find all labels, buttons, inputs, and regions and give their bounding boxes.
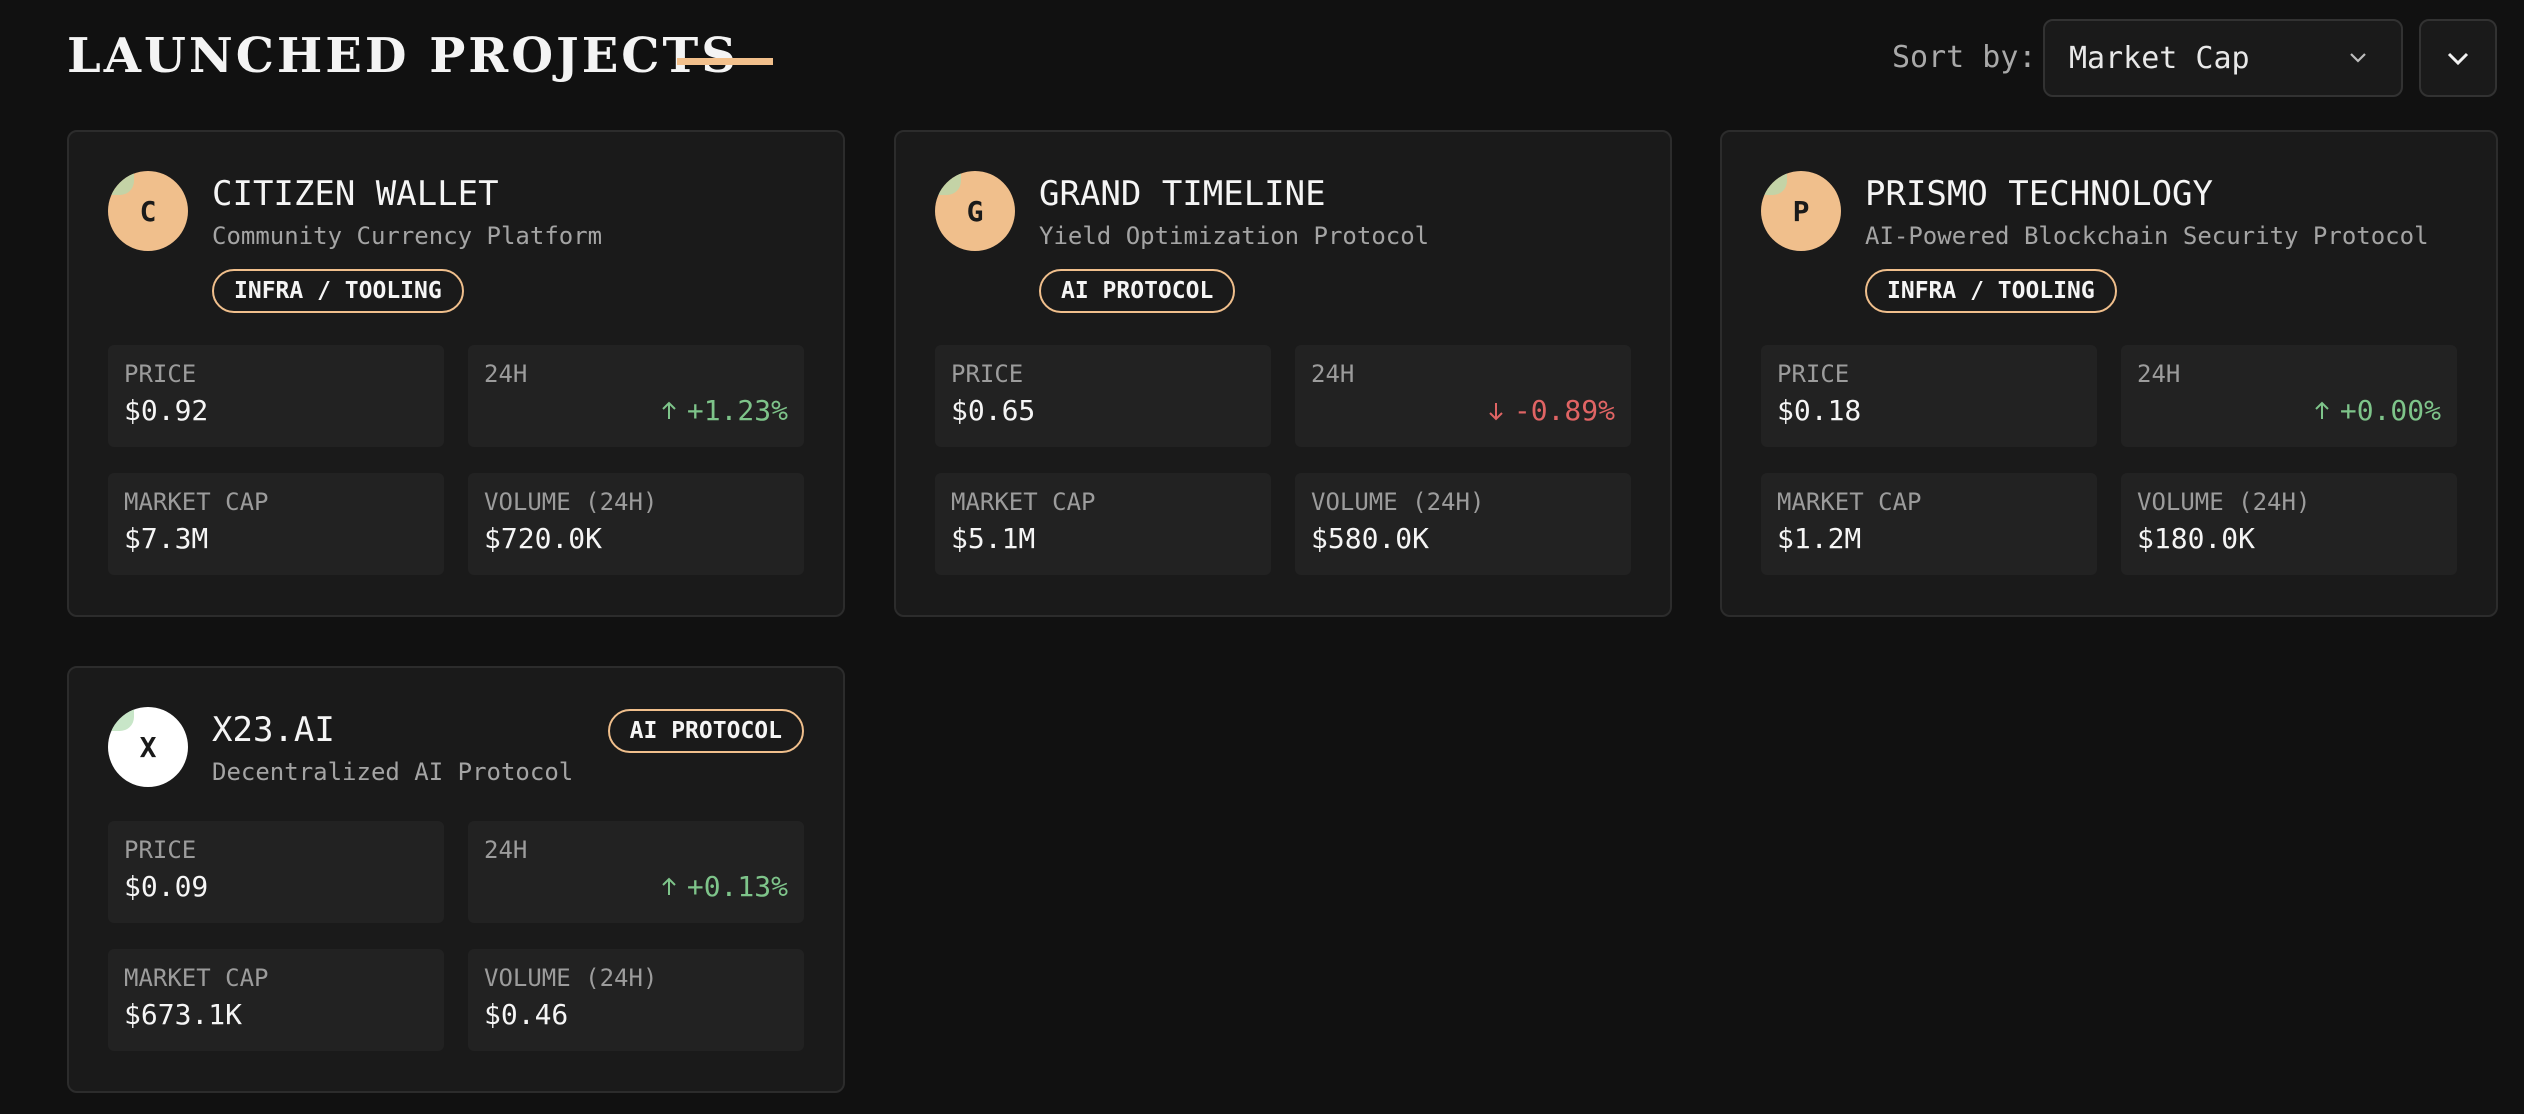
change-label: 24H: [484, 836, 528, 864]
price-label: PRICE: [951, 360, 1024, 388]
price-label: PRICE: [1777, 360, 1850, 388]
arrow-up-icon: [662, 877, 676, 895]
price-value: $0.09: [124, 870, 209, 903]
volume-tile: VOLUME (24H) $180.0K: [2121, 473, 2457, 575]
price-tile: PRICE $0.92: [108, 345, 444, 447]
price-tile: PRICE $0.09: [108, 821, 444, 923]
volume-value: $720.0K: [484, 522, 603, 555]
volume-label: VOLUME (24H): [1311, 488, 1485, 516]
project-name: PRISMO TECHNOLOGY: [1865, 174, 2213, 214]
project-card[interactable]: P PRISMO TECHNOLOGY AI-Powered Blockchai…: [1720, 130, 2498, 617]
change-value: +0.13%: [661, 869, 788, 905]
arrow-up-icon: [2315, 401, 2329, 419]
arrow-down-icon: [1489, 403, 1503, 421]
change-percent: -0.89%: [1513, 394, 1615, 427]
chevron-down-icon: [2447, 52, 2469, 66]
change-value: +0.00%: [2314, 393, 2441, 429]
market-cap-tile: MARKET CAP $5.1M: [935, 473, 1271, 575]
volume-label: VOLUME (24H): [484, 488, 658, 516]
volume-label: VOLUME (24H): [484, 964, 658, 992]
price-value: $0.18: [1777, 394, 1862, 427]
market-cap-tile: MARKET CAP $673.1K: [108, 949, 444, 1051]
market-cap-tile: MARKET CAP $7.3M: [108, 473, 444, 575]
price-tile: PRICE $0.18: [1761, 345, 2097, 447]
change-tile: 24H +0.00%: [2121, 345, 2457, 447]
price-value: $0.92: [124, 394, 209, 427]
project-name: CITIZEN WALLET: [212, 174, 499, 214]
change-label: 24H: [484, 360, 528, 388]
project-avatar: G: [935, 171, 1015, 251]
volume-label: VOLUME (24H): [2137, 488, 2311, 516]
category-tag: INFRA / TOOLING: [212, 269, 464, 313]
volume-tile: VOLUME (24H) $580.0K: [1295, 473, 1631, 575]
sort-select[interactable]: Market Cap: [2043, 19, 2403, 97]
volume-tile: VOLUME (24H) $720.0K: [468, 473, 804, 575]
volume-value: $0.46: [484, 998, 569, 1031]
avatar-initial: P: [1792, 194, 1810, 228]
price-tile: PRICE $0.65: [935, 345, 1271, 447]
change-label: 24H: [2137, 360, 2181, 388]
project-name: GRAND TIMELINE: [1039, 174, 1326, 214]
change-tile: 24H -0.89%: [1295, 345, 1631, 447]
category-tag: AI PROTOCOL: [1039, 269, 1236, 313]
change-percent: +0.13%: [686, 870, 788, 903]
price-label: PRICE: [124, 360, 197, 388]
project-name: X23.AI: [212, 710, 335, 750]
market-cap-tile: MARKET CAP $1.2M: [1761, 473, 2097, 575]
sort-select-value: Market Cap: [2069, 41, 2250, 76]
project-card[interactable]: X X23.AI Decentralized AI Protocol AI PR…: [67, 666, 845, 1093]
change-value: +1.23%: [661, 393, 788, 429]
market-cap-value: $1.2M: [1777, 522, 1862, 555]
project-subtitle: Decentralized AI Protocol: [212, 758, 574, 786]
change-tile: 24H +0.13%: [468, 821, 804, 923]
market-cap-label: MARKET CAP: [124, 488, 269, 516]
title-accent-rule: [677, 58, 773, 65]
avatar-initial: C: [139, 194, 157, 228]
category-tag: INFRA / TOOLING: [1865, 269, 2117, 313]
page-title: LAUNCHED PROJECTS: [67, 28, 739, 84]
price-label: PRICE: [124, 836, 197, 864]
project-subtitle: Yield Optimization Protocol: [1039, 222, 1430, 250]
project-subtitle: AI-Powered Blockchain Security Protocol: [1865, 222, 2429, 250]
price-value: $0.65: [951, 394, 1036, 427]
sort-direction-button[interactable]: [2419, 19, 2497, 97]
project-card[interactable]: C CITIZEN WALLET Community Currency Plat…: [67, 130, 845, 617]
avatar-initial: X: [139, 730, 157, 764]
project-avatar: X: [108, 707, 188, 787]
project-avatar: C: [108, 171, 188, 251]
market-cap-value: $5.1M: [951, 522, 1036, 555]
project-subtitle: Community Currency Platform: [212, 222, 603, 250]
project-avatar: P: [1761, 171, 1841, 251]
change-tile: 24H +1.23%: [468, 345, 804, 447]
market-cap-label: MARKET CAP: [1777, 488, 1922, 516]
project-card[interactable]: G GRAND TIMELINE Yield Optimization Prot…: [894, 130, 1672, 617]
change-percent: +1.23%: [686, 394, 788, 427]
sort-by-label: Sort by:: [1892, 40, 2037, 75]
volume-value: $180.0K: [2137, 522, 2256, 555]
change-label: 24H: [1311, 360, 1355, 388]
chevron-down-icon: [2350, 53, 2366, 63]
market-cap-value: $673.1K: [124, 998, 243, 1031]
change-value: -0.89%: [1488, 393, 1615, 429]
change-percent: +0.00%: [2339, 394, 2441, 427]
volume-value: $580.0K: [1311, 522, 1430, 555]
avatar-initial: G: [966, 194, 984, 228]
market-cap-label: MARKET CAP: [124, 964, 269, 992]
market-cap-value: $7.3M: [124, 522, 209, 555]
category-tag: AI PROTOCOL: [607, 709, 804, 753]
volume-tile: VOLUME (24H) $0.46: [468, 949, 804, 1051]
arrow-up-icon: [662, 401, 676, 419]
market-cap-label: MARKET CAP: [951, 488, 1096, 516]
